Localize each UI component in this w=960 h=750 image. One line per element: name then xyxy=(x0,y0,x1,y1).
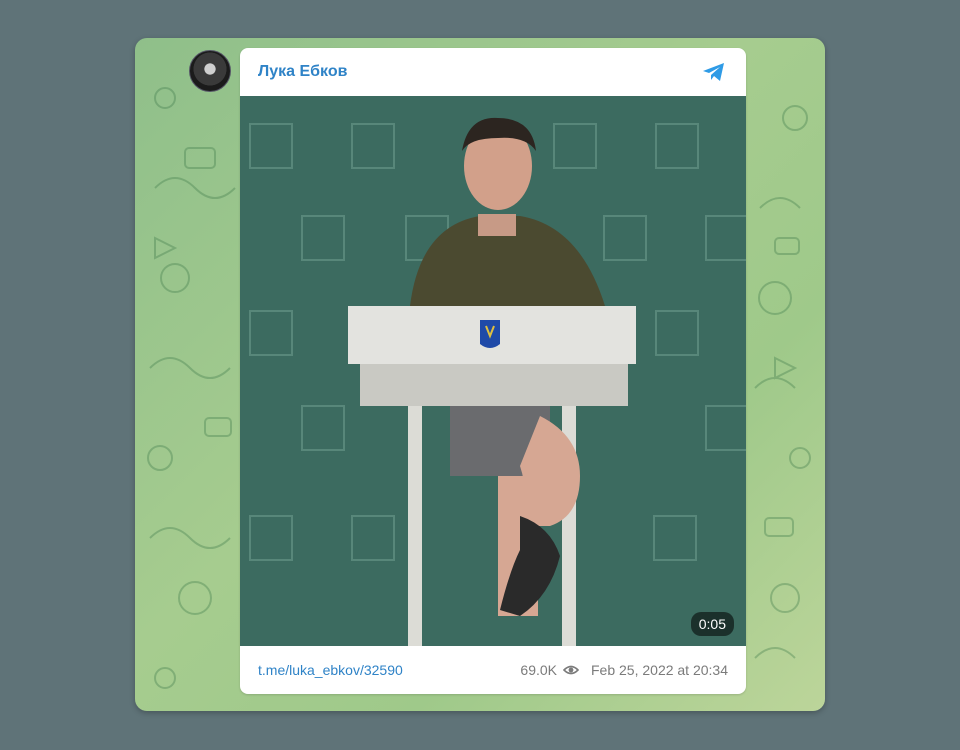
post-header: Лука Ебков xyxy=(240,48,746,96)
post-date: Feb 25, 2022 at 20:34 xyxy=(591,662,728,678)
post-link[interactable]: t.me/luka_ebkov/32590 xyxy=(258,662,520,678)
views-value: 69.0K xyxy=(520,662,557,678)
eye-icon xyxy=(563,665,579,675)
telegram-embed-frame: Лука Ебков 0:05 t.me/luka_ebkov/32590 69… xyxy=(135,38,825,711)
video-frame xyxy=(240,96,746,646)
video-duration: 0:05 xyxy=(690,612,734,636)
channel-name[interactable]: Лука Ебков xyxy=(258,63,700,81)
post-footer: t.me/luka_ebkov/32590 69.0K Feb 25, 2022… xyxy=(240,646,746,694)
video-player[interactable]: 0:05 xyxy=(240,96,746,646)
channel-avatar[interactable] xyxy=(189,50,231,92)
post-card: Лука Ебков 0:05 t.me/luka_ebkov/32590 69… xyxy=(240,48,746,694)
view-count: 69.0K xyxy=(520,662,579,678)
telegram-plane-icon[interactable] xyxy=(700,58,728,86)
